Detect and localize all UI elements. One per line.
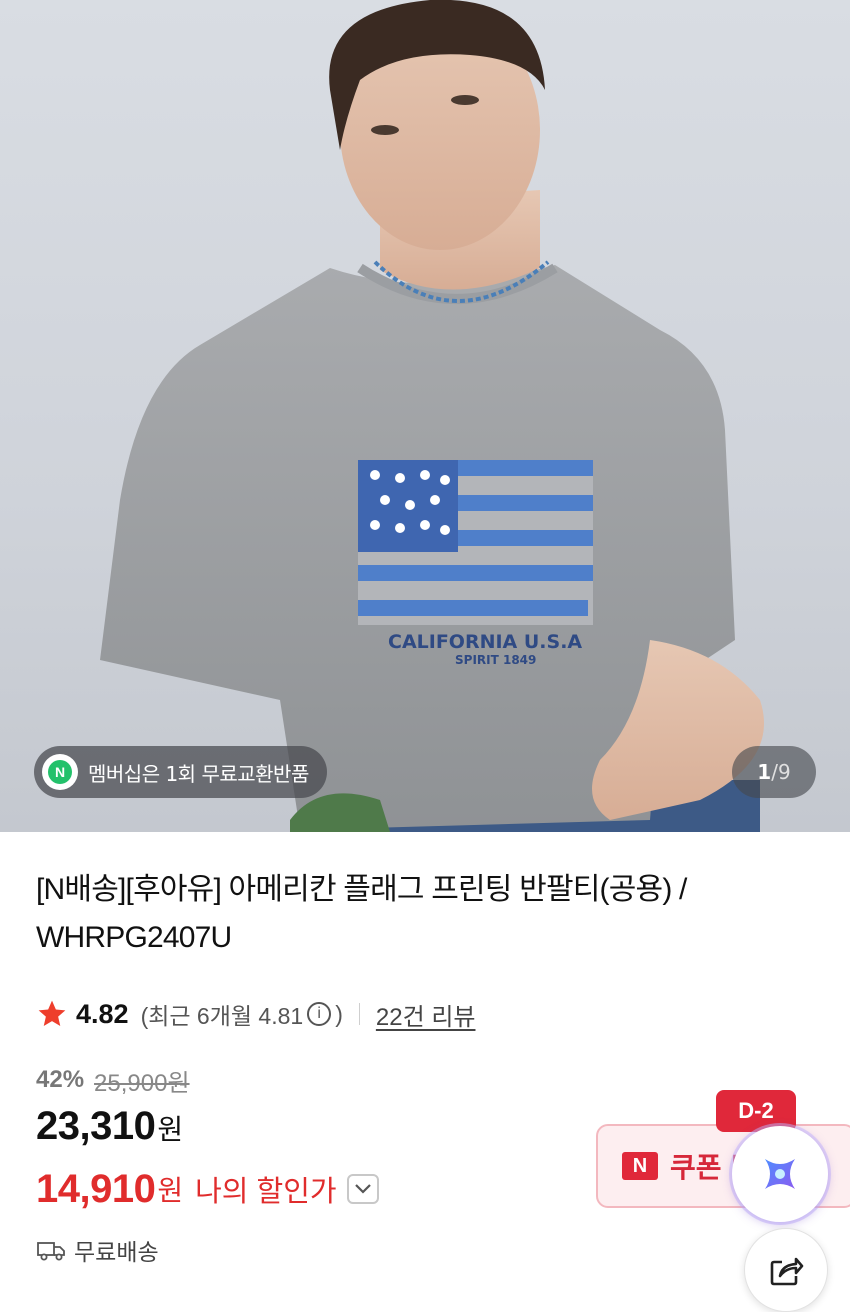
membership-logo-icon: N [42,754,78,790]
membership-badge[interactable]: N 멤버십은 1회 무료교환반품 [34,746,327,798]
ai-sparkle-icon [765,1159,795,1189]
discount-percent: 42% [36,1066,85,1093]
rating-row: 4.82 (최근 6개월 4.81 i ) 22건 리뷰 [36,994,475,1034]
ai-assistant-button[interactable] [732,1126,828,1222]
truck-icon [37,1242,65,1261]
star-icon [38,1000,66,1026]
product-image-gallery[interactable]: CALIFORNIA U.S.A SPIRIT 1849 N 멤버십은 1회 무… [0,0,850,832]
image-page-counter: 1 / 9 [732,746,816,798]
my-discount-label: 나의 할인가 [195,1176,337,1208]
naver-logo-icon: N [622,1152,658,1180]
original-price: 25,900원 [94,1069,190,1097]
recent-rating: (최근 6개월 4.81 [140,1003,304,1029]
shipping-info: 무료배송 [36,1232,159,1268]
shipping-text: 무료배송 [74,1239,159,1265]
my-discount-price: 14,910 [36,1166,156,1211]
price-row: 23,310 원 [36,1104,183,1158]
current-page: 1 [757,760,772,784]
sale-price: 23,310 [36,1104,156,1148]
discount-row: 42% 25,900원 [36,1062,190,1098]
sale-price-unit: 원 [157,1114,184,1145]
share-button[interactable] [744,1228,828,1312]
my-price-row[interactable]: 14,910 원 나의 할인가 [36,1162,379,1216]
product-title: [N배송][후아유] 아메리칸 플래그 프린팅 반팔티(공용) / WHRPG2… [36,873,687,954]
review-count-link[interactable]: 22건 리뷰 [376,997,476,1032]
page-separator: / [771,760,778,784]
total-pages: 9 [777,760,791,784]
print-text-2: SPIRIT 1849 [455,653,536,667]
share-icon [770,1257,804,1286]
print-text-1: CALIFORNIA U.S.A [388,631,582,653]
recent-rating-close: ) [335,1000,343,1027]
chevron-down-icon[interactable] [346,1174,379,1204]
divider [358,1003,360,1025]
my-discount-price-unit: 원 [157,1175,184,1206]
rating-score: 4.82 [76,998,129,1029]
membership-text: 멤버십은 1회 무료교환반품 [88,761,309,786]
product-photo: CALIFORNIA U.S.A SPIRIT 1849 [100,0,764,832]
info-icon[interactable]: i [307,1002,332,1026]
